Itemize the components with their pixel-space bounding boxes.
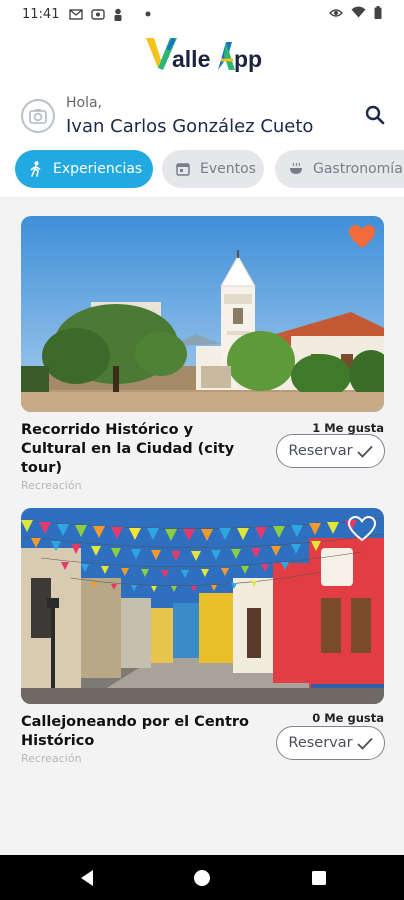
card-category: Recreación: [21, 752, 82, 765]
tab-experiencias[interactable]: Experiencias: [15, 150, 153, 188]
dot-icon: [145, 11, 151, 17]
favorite-button[interactable]: [347, 515, 377, 542]
bowl-icon: [287, 160, 305, 178]
check-icon: [356, 737, 373, 750]
tab-experiencias-label: Experiencias: [53, 161, 143, 177]
wifi-icon: [351, 6, 366, 22]
camera-icon: [29, 109, 47, 124]
home-button[interactable]: [191, 867, 213, 889]
eye-icon: [329, 7, 343, 22]
recents-button[interactable]: [308, 867, 330, 889]
tab-eventos[interactable]: Eventos: [162, 150, 264, 188]
battery-icon: [374, 5, 382, 23]
greeting-header: Hola, Ivan Carlos González Cueto: [0, 92, 404, 142]
svg-text:pp: pp: [234, 46, 262, 72]
heart-filled-icon: [349, 225, 375, 248]
greeting-text: Hola,: [66, 95, 103, 111]
card-image-callejoneando[interactable]: [21, 508, 384, 704]
card-title[interactable]: Recorrido Histórico y Cultural en la Ciu…: [21, 421, 261, 478]
home-icon: [194, 870, 210, 886]
recents-icon: [312, 871, 326, 885]
valleapp-logo: alle pp: [142, 34, 266, 76]
card-title[interactable]: Callejoneando por el Centro Histórico: [21, 713, 261, 751]
likes-count: 1 Me gusta: [312, 421, 384, 435]
likes-count: 0 Me gusta: [312, 711, 384, 725]
calendar-icon: [174, 160, 192, 178]
walking-icon: [27, 160, 45, 178]
tab-gastronomia-label: Gastronomía: [313, 161, 403, 177]
reserve-label: Reservar: [288, 735, 353, 751]
experiences-list: Recorrido Histórico y Cultural en la Ciu…: [0, 198, 404, 855]
reserve-label: Reservar: [288, 443, 353, 459]
card-image-city-tour[interactable]: [21, 216, 384, 412]
avatar[interactable]: [21, 99, 55, 133]
system-navigation-bar: [0, 855, 404, 900]
user-name: Ivan Carlos González Cueto: [66, 116, 314, 137]
mail-icon: [69, 8, 84, 20]
reserve-button[interactable]: Reservar: [276, 726, 385, 760]
card-category: Recreación: [21, 479, 82, 492]
check-icon: [356, 445, 373, 458]
reserve-button[interactable]: Reservar: [276, 434, 385, 468]
search-icon: [365, 105, 385, 125]
person-icon: [113, 8, 123, 21]
back-icon: [81, 870, 93, 886]
tab-eventos-label: Eventos: [200, 161, 256, 177]
svg-text:alle: alle: [172, 46, 210, 72]
back-button[interactable]: [76, 867, 98, 889]
media-icon: [91, 8, 106, 20]
category-tabs: Experiencias Eventos Gastronomía: [0, 150, 404, 188]
status-time: 11:41: [22, 6, 60, 22]
status-bar: 11:41: [0, 0, 404, 28]
favorite-button[interactable]: [348, 224, 376, 250]
tab-gastronomia[interactable]: Gastronomía: [275, 150, 404, 188]
search-button[interactable]: [364, 104, 386, 126]
heart-outline-icon: [347, 515, 377, 542]
